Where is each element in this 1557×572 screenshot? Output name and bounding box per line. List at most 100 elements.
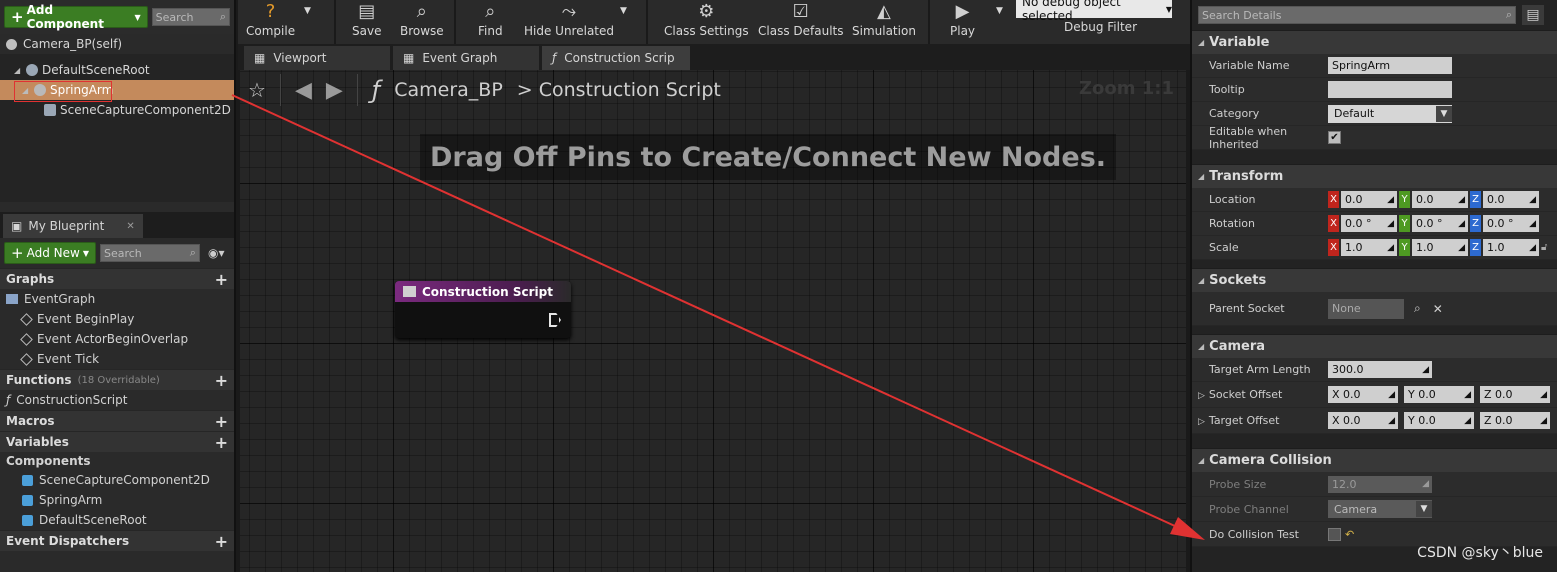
category-camera[interactable]: ◢ Camera: [1192, 334, 1557, 358]
play-options-button[interactable]: ▼: [996, 0, 1003, 44]
target-offset-z-input[interactable]: Z 0.0 ◢: [1480, 412, 1550, 429]
tab-construction-script[interactable]: ƒ Construction Scrip: [542, 46, 690, 70]
construction-script-node[interactable]: Construction Script: [395, 281, 571, 338]
gear-icon: ⚙: [698, 1, 715, 22]
browse-button[interactable]: ⌕ Browse: [400, 0, 444, 44]
event-graph-icon: [6, 294, 18, 304]
play-button[interactable]: ▶ Play: [950, 0, 975, 44]
add-component-button[interactable]: + Add Component ▼: [4, 3, 148, 31]
debug-object-select[interactable]: No debug object selected ▼: [1016, 0, 1172, 23]
view-options-icon[interactable]: ▤: [1522, 5, 1544, 25]
probe-size-input[interactable]: 12.0 ◢: [1328, 475, 1432, 493]
lock-icon[interactable]: 🔓︎: [1541, 242, 1547, 253]
tree-item-default-scene-root[interactable]: ◢ DefaultSceneRoot: [0, 60, 234, 80]
location-x-input[interactable]: 0.0 ◢: [1341, 191, 1397, 208]
compile-button[interactable]: ? Compile: [246, 0, 295, 44]
add-variable-button[interactable]: +: [215, 433, 228, 452]
section-macros[interactable]: Macros +: [0, 410, 234, 431]
tab-my-blueprint[interactable]: ▣ My Blueprint ✕: [3, 214, 143, 238]
reset-to-default-icon[interactable]: ↶: [1345, 528, 1354, 541]
add-macro-button[interactable]: +: [215, 412, 228, 431]
expand-triangle-icon[interactable]: ▷: [1198, 391, 1205, 401]
components-search-input[interactable]: Search ⌕: [151, 8, 230, 26]
do-collision-test-checkbox[interactable]: [1328, 527, 1341, 541]
section-functions[interactable]: Functions (18 Overridable) +: [0, 369, 234, 390]
category-variable[interactable]: ◢ Variable: [1192, 30, 1557, 54]
find-button[interactable]: ⌕ Find: [478, 0, 503, 44]
add-new-button[interactable]: + Add New ▼: [4, 242, 96, 264]
rotation-y-input[interactable]: 0.0 ° ◢: [1412, 215, 1468, 232]
star-icon[interactable]: ☆: [248, 78, 266, 102]
prop-tooltip: Tooltip: [1192, 78, 1557, 102]
location-y-input[interactable]: 0.0 ◢: [1412, 191, 1468, 208]
eye-icon[interactable]: ◉▾: [208, 246, 225, 260]
class-settings-button[interactable]: ⚙ Class Settings: [664, 0, 749, 44]
section-graphs[interactable]: Graphs +: [0, 268, 234, 289]
left-column: + Add Component ▼ Search ⌕ Camera_BP(self) …: [0, 0, 236, 572]
category-camera-collision[interactable]: ◢ Camera Collision: [1192, 448, 1557, 472]
location-z-input[interactable]: 0.0 ◢: [1483, 191, 1539, 208]
chevron-down-icon: ▼: [1436, 105, 1452, 122]
my-blueprint-search-input[interactable]: Search ⌕: [99, 244, 200, 262]
back-arrow-icon[interactable]: ◀: [295, 78, 312, 103]
compile-options-button[interactable]: ▼: [304, 0, 311, 44]
editable-inherited-checkbox[interactable]: ✔: [1328, 131, 1341, 144]
rotation-x-input[interactable]: 0.0 ° ◢: [1341, 215, 1397, 232]
hide-unrelated-button[interactable]: ⤳ Hide Unrelated: [524, 0, 614, 44]
list-item-event[interactable]: Event ActorBeginOverlap: [0, 329, 234, 349]
exec-output-pin[interactable]: [549, 313, 561, 327]
scale-y-input[interactable]: 1.0 ◢: [1412, 239, 1468, 256]
expand-triangle-icon[interactable]: ▷: [1198, 417, 1205, 427]
tab-event-graph[interactable]: ▦ Event Graph: [393, 46, 539, 70]
socket-offset-x-input[interactable]: X 0.0 ◢: [1328, 386, 1398, 403]
socket-offset-z-input[interactable]: Z 0.0 ◢: [1480, 386, 1550, 403]
variable-name-input[interactable]: SpringArm: [1328, 57, 1452, 74]
tooltip-input[interactable]: [1328, 81, 1452, 98]
parent-socket-input[interactable]: None: [1328, 298, 1404, 319]
scale-x-input[interactable]: 1.0 ◢: [1341, 239, 1397, 256]
list-item-construction-script[interactable]: ƒ ConstructionScript: [0, 390, 234, 410]
viewport-icon: ▦: [254, 51, 266, 65]
hide-unrelated-options-button[interactable]: ▼: [620, 0, 627, 44]
category-select[interactable]: Default ▼: [1328, 104, 1452, 123]
category-transform[interactable]: ◢ Transform: [1192, 164, 1557, 188]
my-blueprint-toolbar: + Add New ▼ Search ⌕ ◉▾: [0, 238, 234, 268]
details-search-input[interactable]: Search Details ⌕: [1198, 6, 1516, 24]
section-variables[interactable]: Variables +: [0, 431, 234, 452]
scale-z-input[interactable]: 1.0 ◢: [1483, 239, 1539, 256]
self-row[interactable]: Camera_BP(self): [0, 34, 234, 54]
target-offset-y-input[interactable]: Y 0.0 ◢: [1404, 412, 1474, 429]
simulation-button[interactable]: ◭ Simulation: [852, 0, 916, 44]
list-item-component-var[interactable]: SceneCaptureComponent2D: [0, 470, 234, 490]
rotation-z-input[interactable]: 0.0 ° ◢: [1483, 215, 1539, 232]
socket-offset-y-input[interactable]: Y 0.0 ◢: [1404, 386, 1474, 403]
graph-canvas[interactable]: ☆ ◀ ▶ ƒ Camera_BP > Construction Script …: [240, 70, 1186, 572]
add-function-button[interactable]: +: [215, 371, 228, 390]
tree-item-spring-arm[interactable]: ◢ SpringArm: [0, 80, 234, 100]
tab-viewport[interactable]: ▦ Viewport: [244, 46, 390, 70]
add-graph-button[interactable]: +: [215, 270, 228, 289]
clear-icon[interactable]: ✕: [1433, 302, 1443, 316]
list-item-event-graph[interactable]: EventGraph: [0, 289, 234, 309]
list-item-component-var[interactable]: SpringArm: [0, 490, 234, 510]
target-offset-x-input[interactable]: X 0.0 ◢: [1328, 412, 1398, 429]
class-defaults-button[interactable]: ☑ Class Defaults: [758, 0, 843, 44]
list-item-component-var[interactable]: DefaultSceneRoot: [0, 510, 234, 530]
drag-handle-icon: ◢: [1387, 194, 1394, 205]
search-icon[interactable]: ⌕: [1414, 301, 1421, 316]
add-dispatcher-button[interactable]: +: [215, 532, 228, 551]
main-toolbar: ? Compile ▼ ▤ Save ⌕ Browse ⌕ Find ⤳ Hide Unr…: [238, 0, 1190, 44]
breadcrumb-root[interactable]: Camera_BP: [394, 79, 503, 101]
drag-handle-icon: ◢: [1388, 389, 1395, 400]
forward-arrow-icon[interactable]: ▶: [326, 78, 343, 103]
probe-channel-select[interactable]: Camera ▼: [1328, 500, 1432, 518]
close-icon[interactable]: ✕: [126, 221, 134, 232]
list-item-event[interactable]: Event Tick: [0, 349, 234, 369]
save-button[interactable]: ▤ Save: [352, 0, 381, 44]
section-event-dispatchers[interactable]: Event Dispatchers +: [0, 530, 234, 551]
list-item-event[interactable]: Event BeginPlay: [0, 309, 234, 329]
target-arm-length-input[interactable]: 300.0 ◢: [1328, 361, 1432, 378]
category-sockets[interactable]: ◢ Sockets: [1192, 268, 1557, 292]
tree-item-scene-capture[interactable]: SceneCaptureComponent2D: [0, 100, 234, 120]
subsection-components[interactable]: Components: [0, 452, 234, 470]
